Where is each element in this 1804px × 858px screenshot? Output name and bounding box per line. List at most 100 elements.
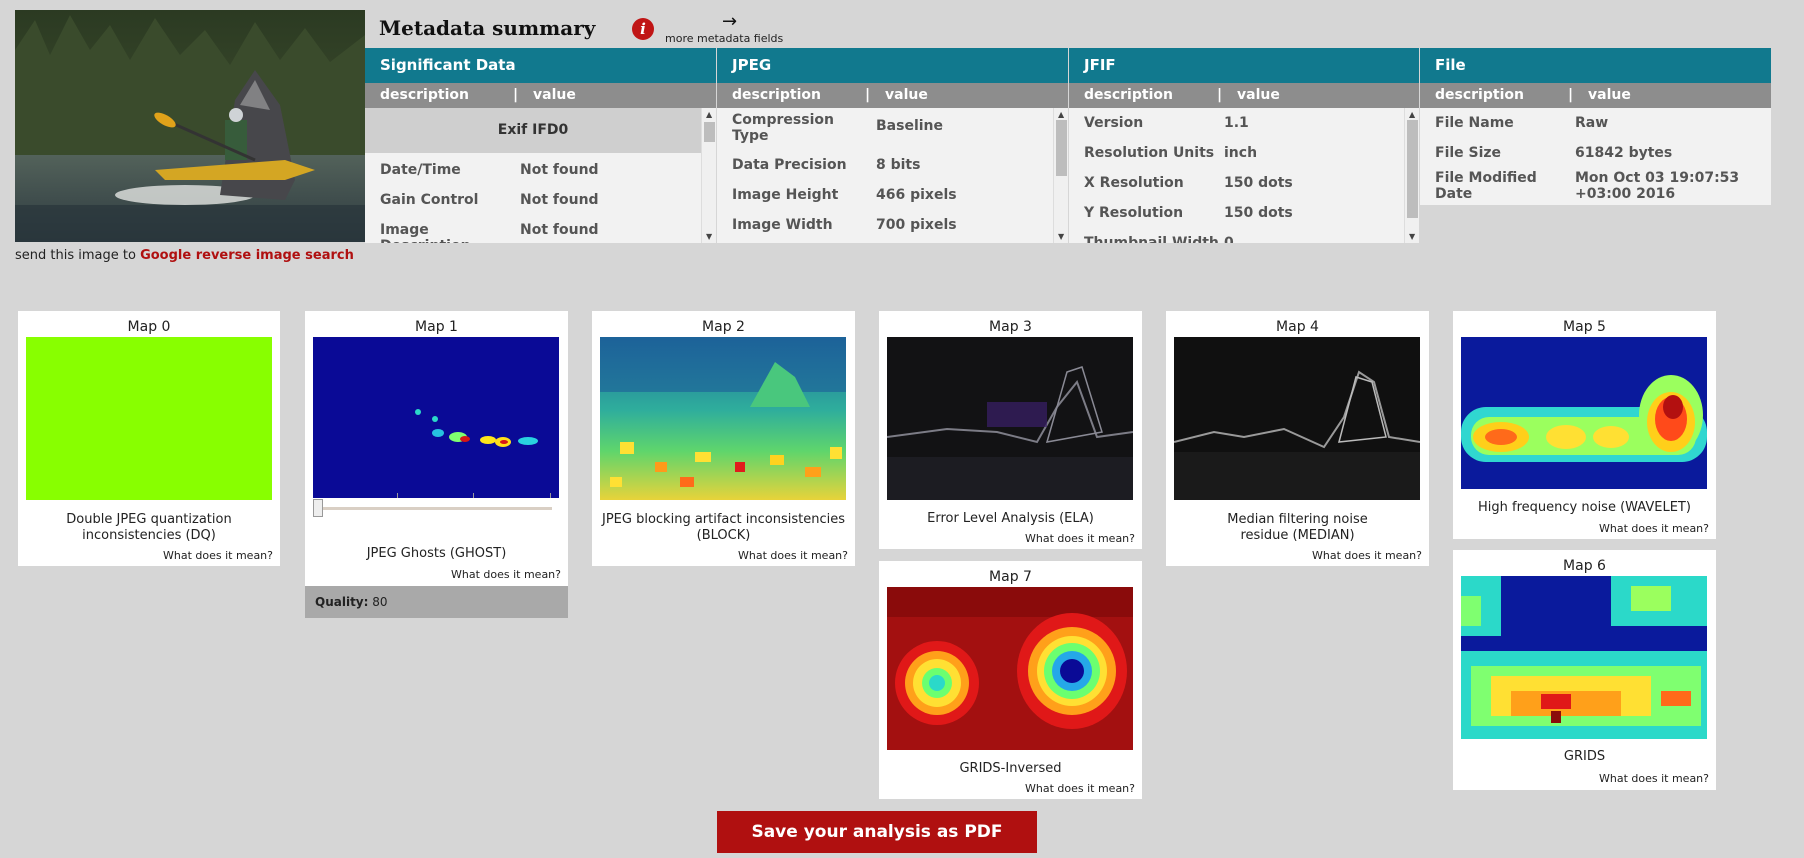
quality-slider-handle[interactable] (313, 499, 323, 517)
panel-body[interactable]: Exif IFD0 Date/Time Not found Gain Contr… (365, 108, 716, 243)
metadata-row: Image Height 466 pixels (717, 180, 1053, 210)
grids-heatmap[interactable] (1461, 576, 1707, 739)
col-value: value (1237, 87, 1280, 103)
map-caption: Median filtering noise residue (MEDIAN) (1227, 512, 1368, 543)
metadata-row: Version 1.1 (1069, 108, 1404, 138)
map-title: Map 3 (989, 319, 1032, 335)
jpeg-panel: JPEG description | value Compression Typ… (717, 48, 1068, 243)
col-separator: | (865, 87, 871, 103)
col-value: value (533, 87, 576, 103)
row-key: X Resolution (1084, 175, 1184, 191)
grids-inversed-heatmap[interactable] (887, 587, 1133, 750)
metadata-row: Image Width 700 pixels (717, 210, 1053, 240)
panel-body[interactable]: Version 1.1 Resolution Units inch X Reso… (1069, 108, 1419, 243)
scroll-up-icon[interactable]: ▲ (1058, 110, 1064, 119)
row-key: Resolution Units (1084, 145, 1215, 161)
quality-slider-track[interactable] (315, 507, 552, 510)
file-panel: File description | value File Name Raw F… (1420, 48, 1771, 205)
what-does-it-mean-link[interactable]: What does it mean? (738, 549, 848, 562)
what-does-it-mean-link[interactable]: What does it mean? (1025, 532, 1135, 545)
metadata-row: Gain Control Not found (365, 185, 701, 215)
metadata-row: File Name Raw (1420, 108, 1771, 138)
column-header: description | value (1420, 83, 1771, 108)
what-does-it-mean-link[interactable]: What does it mean? (1025, 782, 1135, 795)
row-value: Raw (1575, 115, 1609, 131)
row-key: Image Height (732, 187, 839, 203)
row-key: Version (1084, 115, 1144, 131)
scroll-down-icon[interactable]: ▼ (1409, 232, 1415, 241)
panel-scrollbar[interactable]: ▲ ▼ (1404, 108, 1419, 243)
metadata-row: Image Description Not found (365, 215, 701, 243)
ela-map[interactable] (887, 337, 1133, 500)
scrollbar-thumb[interactable] (1407, 120, 1418, 218)
map-caption: GRIDS-Inversed (959, 761, 1062, 776)
metadata-row: Resolution Units inch (1069, 138, 1404, 168)
row-value: Not found (520, 162, 599, 178)
row-value: 0 (1224, 235, 1234, 243)
row-key: File Modified Date (1435, 170, 1537, 202)
quality-readout: Quality: 80 (305, 586, 568, 618)
column-header: description | value (1069, 83, 1419, 108)
col-description: description (732, 87, 821, 103)
col-separator: | (1568, 87, 1574, 103)
map-title: Map 4 (1276, 319, 1319, 335)
quality-value: 80 (372, 595, 388, 609)
what-does-it-mean-link[interactable]: What does it mean? (1312, 549, 1422, 562)
map-title: Map 2 (702, 319, 745, 335)
arrow-right-icon[interactable]: → (722, 11, 737, 32)
col-value: value (1588, 87, 1631, 103)
row-key: File Name (1435, 115, 1514, 131)
wavelet-heatmap[interactable] (1461, 337, 1707, 489)
row-value: 700 pixels (876, 217, 957, 233)
what-does-it-mean-link[interactable]: What does it mean? (1599, 772, 1709, 785)
what-does-it-mean-link[interactable]: What does it mean? (451, 568, 561, 581)
google-reverse-search-link[interactable]: Google reverse image search (140, 248, 354, 263)
map-2-card: Map 2 JPEG blocking artifact inconsisten… (592, 311, 855, 566)
slider-tick (473, 493, 474, 498)
map-4-card: Map 4 Median filtering noise residue (ME… (1166, 311, 1429, 566)
panel-scrollbar[interactable]: ▲ ▼ (1053, 108, 1068, 243)
reverse-search-prefix: send this image to (15, 248, 136, 263)
scroll-down-icon[interactable]: ▼ (1058, 232, 1064, 241)
metadata-row: Data Precision 8 bits (717, 150, 1053, 180)
info-icon[interactable]: i (632, 18, 654, 40)
map-caption: JPEG blocking artifact inconsistencies (… (602, 512, 845, 543)
significant-data-panel: Significant Data description | value Exi… (365, 48, 716, 243)
more-metadata-fields-link[interactable]: more metadata fields (665, 32, 783, 45)
save-analysis-pdf-button[interactable]: Save your analysis as PDF (717, 811, 1037, 853)
map-caption: JPEG Ghosts (GHOST) (366, 546, 507, 561)
jfif-panel: JFIF description | value Version 1.1 Res… (1069, 48, 1419, 243)
scroll-up-icon[interactable]: ▲ (1409, 110, 1415, 119)
median-map[interactable] (1174, 337, 1420, 500)
what-does-it-mean-link[interactable]: What does it mean? (1599, 522, 1709, 535)
column-header: description | value (717, 83, 1068, 108)
panel-title: File (1420, 48, 1771, 83)
metadata-row: Date/Time Not found (365, 155, 701, 185)
scroll-down-icon[interactable]: ▼ (706, 232, 712, 241)
metadata-row: X Resolution 150 dots (1069, 168, 1404, 198)
map-6-card: Map 6 GRIDS What does it mean? (1453, 550, 1716, 790)
scrollbar-thumb[interactable] (1056, 120, 1067, 176)
col-separator: | (513, 87, 519, 103)
row-key: Image Description (380, 222, 471, 243)
dq-heatmap[interactable] (26, 337, 272, 500)
row-value: 150 dots (1224, 205, 1293, 221)
block-heatmap[interactable] (600, 337, 846, 500)
panel-scrollbar[interactable]: ▲ ▼ (701, 108, 716, 243)
map-caption: Double JPEG quantization inconsistencies… (66, 512, 232, 543)
map-caption: GRIDS (1563, 749, 1606, 764)
row-value: 150 dots (1224, 175, 1293, 191)
what-does-it-mean-link[interactable]: What does it mean? (163, 549, 273, 562)
ghost-heatmap[interactable] (313, 337, 559, 498)
scrollbar-thumb[interactable] (704, 122, 715, 142)
scroll-up-icon[interactable]: ▲ (706, 110, 712, 119)
row-key: Data Precision (732, 157, 847, 173)
map-0-card: Map 0 Double JPEG quantization inconsist… (18, 311, 280, 566)
panel-body[interactable]: Compression Type Baseline Data Precision… (717, 108, 1068, 243)
col-description: description (380, 87, 469, 103)
row-key: Y Resolution (1084, 205, 1184, 221)
map-title: Map 5 (1563, 319, 1606, 335)
metadata-row: File Size 61842 bytes (1420, 138, 1771, 168)
col-description: description (1084, 87, 1173, 103)
map-caption: High frequency noise (WAVELET) (1478, 500, 1691, 515)
